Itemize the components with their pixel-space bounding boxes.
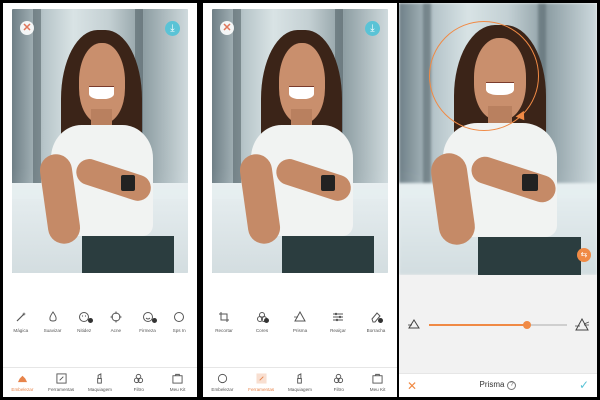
prism-large-icon: [575, 317, 590, 332]
tool-row: Recortar Cores Prisma Realçar Borracha: [203, 309, 397, 339]
sliders-icon: [320, 309, 356, 324]
download-icon[interactable]: ⤓: [165, 21, 180, 36]
nav-label: Embelezar: [211, 387, 234, 392]
close-icon[interactable]: ✕: [20, 21, 34, 35]
prism-icon: [282, 309, 318, 324]
tool-label: Borracha: [366, 328, 386, 333]
tool-nitidez[interactable]: Nitidez: [68, 309, 100, 339]
tool-label: Acne: [110, 328, 122, 333]
nav-meu-kit[interactable]: Meu Kit: [160, 368, 196, 397]
close-icon[interactable]: ✕: [220, 21, 234, 35]
crosshair-icon: [100, 309, 132, 324]
slider-fill: [429, 324, 527, 326]
filter-circles-icon: [121, 372, 157, 384]
beautify-icon: [204, 372, 240, 384]
tool-acne[interactable]: Acne: [100, 309, 132, 339]
prism-small-icon: [407, 318, 421, 332]
slider-knob[interactable]: [522, 321, 531, 329]
help-icon[interactable]: ?: [507, 381, 517, 390]
nav-label: Maquiagem: [287, 387, 312, 392]
nav-label: Filtro: [333, 387, 344, 392]
kit-box-icon: [160, 372, 196, 384]
editor-panel-prisma: ⇆ ✕ Prisma? ✓: [399, 3, 597, 397]
badge-dot: [151, 318, 157, 323]
edit-square-icon: [243, 372, 279, 384]
nav-label: Meu Kit: [369, 387, 386, 392]
download-icon[interactable]: ⤓: [365, 21, 380, 36]
badge-dot: [378, 318, 383, 323]
tool-label: Nitidez: [77, 328, 92, 333]
tool-bottom-bar: ✕ Prisma? ✓: [399, 373, 597, 397]
tool-prisma[interactable]: Prisma: [282, 309, 318, 339]
nav-embelezar[interactable]: Embelezar: [204, 368, 240, 397]
tool-label: Cores: [255, 328, 269, 333]
tool-label: Recortar: [215, 328, 233, 333]
nav-filtro[interactable]: Filtro: [121, 368, 157, 397]
tool-borracha[interactable]: Borracha: [358, 309, 394, 339]
tool-label: Firmeza: [139, 328, 156, 333]
editor-panel-embelezar: ✕ ⤓ Mágica Suavizar Nitidez Acne Firmeza…: [3, 3, 197, 397]
face-smile-icon: [132, 309, 164, 324]
edit-square-icon: [43, 372, 79, 384]
face-icon: [68, 309, 100, 324]
tool-realcar[interactable]: Realçar: [320, 309, 356, 339]
photo-preview: ⇆: [399, 3, 597, 275]
nav-label: Ferramentas: [48, 387, 75, 392]
tool-row: Mágica Suavizar Nitidez Acne Firmeza Sps…: [3, 309, 197, 339]
nav-label: Ferramentas: [248, 387, 275, 392]
bottom-nav: Embelezar Ferramentas Maquiagem Filtro M…: [203, 367, 397, 397]
tool-firmeza[interactable]: Firmeza: [132, 309, 164, 339]
nav-label: Meu Kit: [169, 387, 186, 392]
photo-preview: ✕ ⤓: [212, 9, 388, 273]
tool-recortar[interactable]: Recortar: [206, 309, 242, 339]
droplet-icon: [37, 309, 69, 324]
eraser-icon: [358, 309, 394, 324]
nav-ferramentas[interactable]: Ferramentas: [43, 368, 79, 397]
nav-label: Embelezar: [11, 387, 34, 392]
nav-label: Filtro: [133, 387, 144, 392]
tool-title-text: Prisma: [479, 380, 505, 389]
tool-label: Prisma: [292, 328, 308, 333]
photo-preview: ✕ ⤓: [12, 9, 188, 273]
kit-box-icon: [360, 372, 396, 384]
confirm-icon[interactable]: ✓: [579, 378, 589, 392]
split-handle-icon[interactable]: ⇆: [577, 248, 591, 262]
nav-label: Maquiagem: [87, 387, 112, 392]
nav-filtro[interactable]: Filtro: [321, 368, 357, 397]
intensity-slider[interactable]: [429, 321, 567, 329]
beautify-icon: [4, 372, 40, 384]
intensity-slider-row: [399, 315, 597, 335]
nav-meu-kit[interactable]: Meu Kit: [360, 368, 396, 397]
tool-label: Mágica: [13, 328, 29, 333]
nav-maquiagem[interactable]: Maquiagem: [282, 368, 318, 397]
palette-icon: [244, 309, 280, 324]
nav-ferramentas[interactable]: Ferramentas: [243, 368, 279, 397]
tool-label: Realçar: [330, 328, 346, 333]
tool-title: Prisma?: [399, 380, 597, 390]
nav-embelezar[interactable]: Embelezar: [4, 368, 40, 397]
crop-icon: [206, 309, 242, 324]
filter-circles-icon: [321, 372, 357, 384]
lipstick-icon: [82, 372, 118, 384]
circle-icon: [163, 309, 195, 324]
tool-sps-in[interactable]: Sps In: [163, 309, 195, 339]
lipstick-icon: [282, 372, 318, 384]
badge-dot: [264, 318, 269, 323]
tool-label: Sps In: [172, 328, 186, 333]
bottom-nav: Embelezar Ferramentas Maquiagem Filtro M…: [3, 367, 197, 397]
tool-label: Suavizar: [43, 328, 62, 333]
nav-maquiagem[interactable]: Maquiagem: [82, 368, 118, 397]
magic-wand-icon: [5, 309, 37, 324]
tool-cores[interactable]: Cores: [244, 309, 280, 339]
tool-magica[interactable]: Mágica: [5, 309, 37, 339]
editor-panel-ferramentas: ✕ ⤓ Recortar Cores Prisma Realçar Borrac…: [203, 3, 397, 397]
tool-suavizar[interactable]: Suavizar: [37, 309, 69, 339]
